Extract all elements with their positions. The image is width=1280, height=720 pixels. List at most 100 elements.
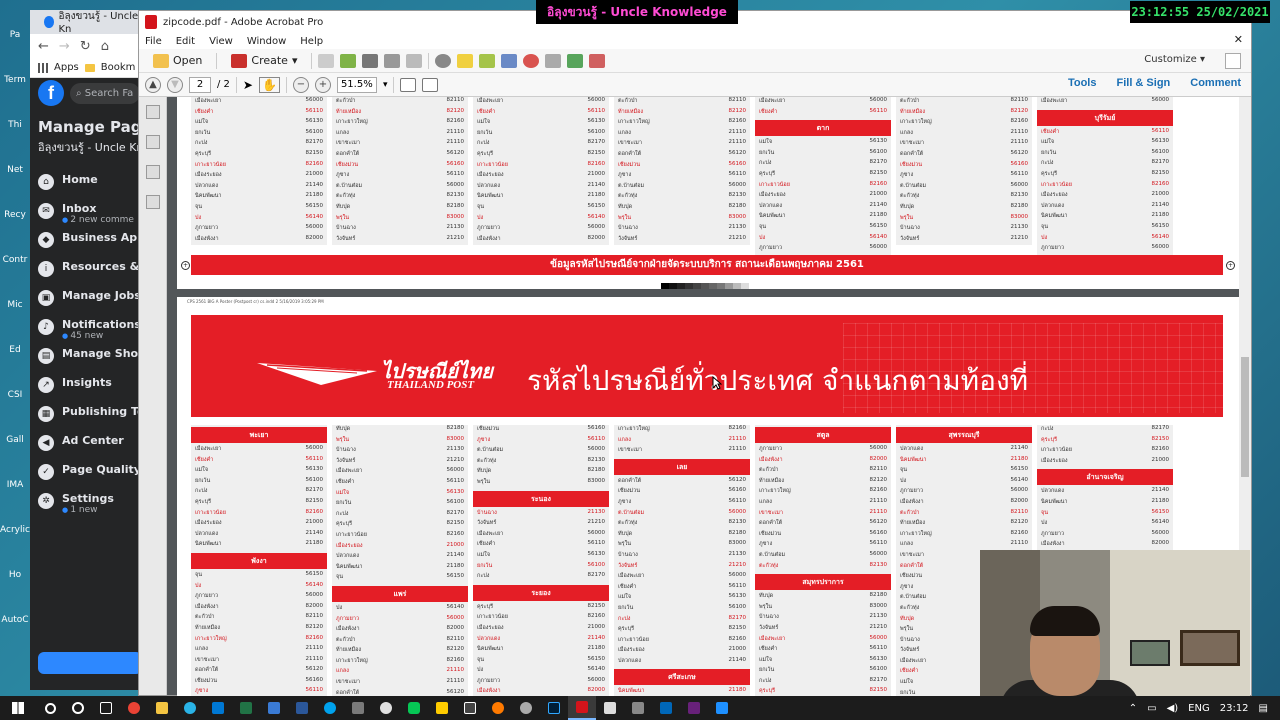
save-icon[interactable] bbox=[318, 53, 335, 68]
acrobat-taskbar-icon[interactable] bbox=[568, 696, 596, 720]
desktop-shortcut[interactable]: Net bbox=[0, 165, 30, 175]
sidebar-item[interactable]: ✉ Inbox2 new comme bbox=[30, 197, 142, 226]
next-page-icon[interactable]: ▼ bbox=[167, 76, 183, 93]
browser-tab[interactable]: อิลุงขวนรู้ - Uncle Kn bbox=[30, 10, 142, 35]
attach-icon[interactable] bbox=[545, 53, 562, 68]
sidebar-item[interactable]: ✲ Settings1 new bbox=[30, 487, 142, 516]
desktop-shortcut[interactable]: IMA bbox=[0, 480, 30, 490]
zoom-dropdown-icon[interactable]: ▾ bbox=[383, 80, 388, 90]
email-icon[interactable] bbox=[406, 53, 423, 68]
desktop-shortcut[interactable]: Contr bbox=[0, 255, 30, 265]
sidebar-item[interactable]: ▤ Manage Shop bbox=[30, 342, 146, 371]
bookmarks-icon[interactable] bbox=[146, 135, 160, 149]
app-icon[interactable] bbox=[652, 696, 680, 720]
file-explorer-icon[interactable] bbox=[148, 696, 176, 720]
desktop-shortcut[interactable]: Ho bbox=[0, 570, 30, 580]
app-icon[interactable] bbox=[344, 696, 372, 720]
sidebar-item[interactable]: ▣ Manage Jobs bbox=[30, 284, 142, 313]
network-icon[interactable]: ▭ bbox=[1147, 703, 1156, 714]
app-icon[interactable] bbox=[456, 696, 484, 720]
scrollbar-thumb[interactable] bbox=[1241, 357, 1249, 477]
zoom-out-icon[interactable]: − bbox=[292, 76, 309, 93]
promote-button[interactable] bbox=[38, 652, 142, 674]
menu-window[interactable]: Window bbox=[247, 36, 286, 47]
chrome-icon[interactable] bbox=[120, 696, 148, 720]
sidebar-item[interactable]: ⌂ Home bbox=[30, 168, 142, 197]
fit-width-icon[interactable] bbox=[422, 77, 439, 92]
sidebar-item[interactable]: i Resources & T bbox=[30, 255, 151, 284]
visual-studio-icon[interactable] bbox=[680, 696, 708, 720]
app-icon[interactable] bbox=[512, 696, 540, 720]
desktop-shortcut[interactable]: Recy bbox=[0, 210, 30, 220]
search-icon[interactable] bbox=[36, 696, 64, 720]
select-tool-icon[interactable]: ➤ bbox=[243, 78, 253, 92]
app-icon[interactable] bbox=[260, 696, 288, 720]
app-icon[interactable] bbox=[428, 696, 456, 720]
forward-arrow-icon[interactable]: → bbox=[59, 39, 70, 54]
menu-view[interactable]: View bbox=[209, 36, 233, 47]
redact-icon[interactable] bbox=[523, 53, 540, 68]
gear-icon[interactable] bbox=[435, 53, 452, 68]
facebook-search-input[interactable]: ⌕ Search Fa bbox=[70, 82, 140, 104]
tab-comment[interactable]: Comment bbox=[1190, 77, 1241, 89]
home-icon[interactable]: ⌂ bbox=[101, 39, 109, 54]
task-view-icon[interactable] bbox=[92, 696, 120, 720]
stamp-icon[interactable] bbox=[589, 53, 606, 68]
close-document-icon[interactable]: ✕ bbox=[1234, 33, 1243, 46]
desktop-shortcut[interactable]: Acrylic bbox=[0, 525, 30, 535]
expand-icon[interactable] bbox=[1225, 53, 1241, 69]
sidebar-item[interactable]: ✓ Page Quality bbox=[30, 458, 142, 487]
windows-start-icon[interactable] bbox=[0, 696, 36, 720]
export-icon[interactable] bbox=[567, 53, 584, 68]
comment-icon[interactable] bbox=[457, 53, 474, 68]
app-icon[interactable] bbox=[316, 696, 344, 720]
attachments-icon[interactable] bbox=[146, 165, 160, 179]
mail-icon[interactable] bbox=[204, 696, 232, 720]
sidebar-item[interactable]: ↗ Insights bbox=[30, 371, 142, 400]
desktop-shortcut[interactable]: Pa bbox=[0, 30, 30, 40]
desktop-shortcut[interactable]: Mic bbox=[0, 300, 30, 310]
zoom-level-input[interactable]: 51.5% bbox=[336, 76, 377, 93]
line-icon[interactable] bbox=[400, 696, 428, 720]
back-arrow-icon[interactable]: ← bbox=[38, 39, 49, 54]
create-button[interactable]: Create ▾ bbox=[223, 52, 305, 70]
desktop-shortcut[interactable]: Term bbox=[0, 75, 30, 85]
volume-icon[interactable]: ◀) bbox=[1167, 703, 1179, 714]
customize-dropdown[interactable]: Customize ▾ bbox=[1144, 54, 1205, 65]
app-icon[interactable] bbox=[624, 696, 652, 720]
excel-icon[interactable] bbox=[232, 696, 260, 720]
app-icon[interactable] bbox=[708, 696, 736, 720]
print-icon[interactable] bbox=[362, 53, 379, 68]
sidebar-item[interactable]: ▦ Publishing To bbox=[30, 400, 145, 429]
cortana-icon[interactable] bbox=[64, 696, 92, 720]
sidebar-item[interactable]: ♪ Notifications45 new bbox=[30, 313, 142, 342]
hand-tool-icon[interactable]: ✋ bbox=[258, 76, 280, 93]
menu-edit[interactable]: Edit bbox=[176, 36, 195, 47]
zoom-in-icon[interactable]: + bbox=[314, 76, 331, 93]
desktop-shortcut[interactable]: Thi bbox=[0, 120, 30, 130]
bookmark-folder[interactable]: Bookm bbox=[101, 62, 136, 73]
app-icon[interactable] bbox=[372, 696, 400, 720]
tray-chevron-icon[interactable]: ⌃ bbox=[1129, 703, 1137, 714]
menu-file[interactable]: File bbox=[145, 36, 162, 47]
menu-help[interactable]: Help bbox=[300, 36, 323, 47]
page-thumbnails-icon[interactable] bbox=[146, 105, 160, 119]
sign-icon[interactable] bbox=[501, 53, 518, 68]
sidebar-item[interactable]: ◆ Business App bbox=[30, 226, 145, 255]
bookmark-apps[interactable]: Apps bbox=[54, 62, 79, 73]
facebook-logo-icon[interactable]: f bbox=[38, 80, 64, 106]
desktop-shortcut[interactable]: Gall bbox=[0, 435, 30, 445]
photoshop-icon[interactable] bbox=[540, 696, 568, 720]
desktop-shortcut[interactable]: Ed bbox=[0, 345, 30, 355]
desktop-shortcut[interactable]: AutoC bbox=[0, 615, 30, 625]
tray-language[interactable]: ENG bbox=[1188, 703, 1210, 714]
edge-icon[interactable] bbox=[176, 696, 204, 720]
page-number-input[interactable]: 2 bbox=[189, 76, 211, 93]
signatures-icon[interactable] bbox=[146, 195, 160, 209]
sidebar-item[interactable]: ◀ Ad Center bbox=[30, 429, 142, 458]
highlight-icon[interactable] bbox=[479, 53, 496, 68]
tab-fill-sign[interactable]: Fill & Sign bbox=[1116, 77, 1170, 89]
word-icon[interactable] bbox=[288, 696, 316, 720]
page-name[interactable]: อิลุงขวนรู้ - Uncle Kno bbox=[30, 138, 150, 168]
app-icon[interactable] bbox=[484, 696, 512, 720]
